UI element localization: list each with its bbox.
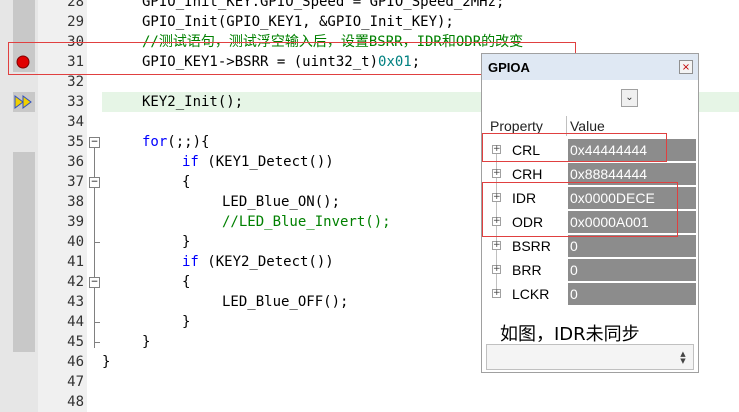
panel-title-bar[interactable]: GPIOA × <box>482 54 698 80</box>
line-number: 41 <box>67 254 84 270</box>
panel-title: GPIOA <box>488 60 530 75</box>
scroll-arrows-icon[interactable]: ▲ ▼ <box>678 351 688 365</box>
margin-block <box>13 252 35 272</box>
register-name: CRH <box>512 166 543 182</box>
line-number: 46 <box>67 354 84 370</box>
code-line[interactable]: GPIO_Init(GPIO_KEY1, &GPIO_Init_KEY); <box>102 12 739 32</box>
code-text: KEY2_Init(); <box>142 94 244 110</box>
line-number: 48 <box>67 394 84 410</box>
line-number: 40 <box>67 234 84 250</box>
code-text: } <box>182 314 191 330</box>
margin-block <box>13 272 35 292</box>
line-number: 42 <box>67 274 84 290</box>
register-dropdown[interactable] <box>488 88 640 108</box>
fold-end <box>94 322 100 323</box>
code-text: { <box>182 274 191 290</box>
chevron-down-icon[interactable]: ⌄ <box>621 89 638 107</box>
line-number: 43 <box>67 294 84 310</box>
current-line-arrow-icon <box>14 95 32 109</box>
description-box <box>486 344 694 370</box>
register-row-lckr[interactable]: + LCKR 0 <box>486 282 696 306</box>
line-number: 28 <box>67 0 84 10</box>
code-text: (KEY1_Detect()) <box>198 154 334 170</box>
margin-block <box>13 312 35 332</box>
line-number: 38 <box>67 194 84 210</box>
margin-block <box>13 12 35 32</box>
code-text: LED_Blue_OFF(); <box>222 294 349 310</box>
margin-block <box>13 192 35 212</box>
line-number: 33 <box>67 94 84 110</box>
fold-end <box>94 242 100 243</box>
fold-collapse-icon[interactable]: − <box>89 137 100 148</box>
line-number: 35 <box>67 134 84 150</box>
code-text: } <box>182 234 191 250</box>
code-text: } <box>102 354 111 370</box>
annotation-box-idr-odr <box>482 182 678 237</box>
expand-icon[interactable]: + <box>492 169 501 178</box>
register-value[interactable]: 0 <box>568 235 696 257</box>
line-number: 37 <box>67 174 84 190</box>
margin-block <box>13 172 35 192</box>
register-value[interactable]: 0 <box>568 259 696 281</box>
expand-icon[interactable]: + <box>492 241 501 250</box>
line-number: 47 <box>67 374 84 390</box>
line-number: 29 <box>67 14 84 30</box>
margin-block <box>13 292 35 312</box>
register-name: BRR <box>512 262 542 278</box>
annotation-caption: 如图，IDR未同步 <box>500 324 640 345</box>
line-number: 36 <box>67 154 84 170</box>
expand-icon[interactable]: + <box>492 265 501 274</box>
register-value[interactable]: 0 <box>568 283 696 305</box>
register-name: BSRR <box>512 238 551 254</box>
code-keyword: if <box>182 254 199 270</box>
code-text: GPIO_Init(GPIO_KEY1, &GPIO_Init_KEY); <box>142 14 454 30</box>
code-line[interactable]: GPIO_Init_KEY.GPIO_Speed = GPIO_Speed_2M… <box>102 0 739 12</box>
register-row-brr[interactable]: + BRR 0 <box>486 258 696 282</box>
code-text: { <box>182 174 191 190</box>
code-text: } <box>142 334 151 350</box>
code-keyword: if <box>182 154 199 170</box>
code-keyword: for <box>142 134 168 150</box>
expand-icon[interactable]: + <box>492 289 501 298</box>
close-icon[interactable]: × <box>679 60 693 74</box>
margin-block <box>13 332 35 352</box>
fold-end <box>94 342 100 343</box>
margin-block <box>13 0 35 12</box>
fold-collapse-icon[interactable]: − <box>89 277 100 288</box>
line-number: 45 <box>67 334 84 350</box>
fold-collapse-icon[interactable]: − <box>89 177 100 188</box>
margin-block <box>13 212 35 232</box>
line-number: 39 <box>67 214 84 230</box>
register-row-bsrr[interactable]: + BSRR 0 <box>486 234 696 258</box>
line-number: 32 <box>67 74 84 90</box>
line-number: 34 <box>67 114 84 130</box>
margin-block <box>13 152 35 172</box>
annotation-box-crl <box>482 133 667 162</box>
line-number: 44 <box>67 314 84 330</box>
code-text: (KEY2_Detect()) <box>198 254 334 270</box>
code-comment: //LED_Blue_Invert(); <box>222 214 391 230</box>
register-name: LCKR <box>512 286 550 302</box>
code-text: (;;){ <box>167 134 210 150</box>
code-text: GPIO_Init_KEY.GPIO_Speed = GPIO_Speed_2M… <box>142 0 505 10</box>
code-text: LED_Blue_ON(); <box>222 194 341 210</box>
margin-block <box>13 232 35 252</box>
